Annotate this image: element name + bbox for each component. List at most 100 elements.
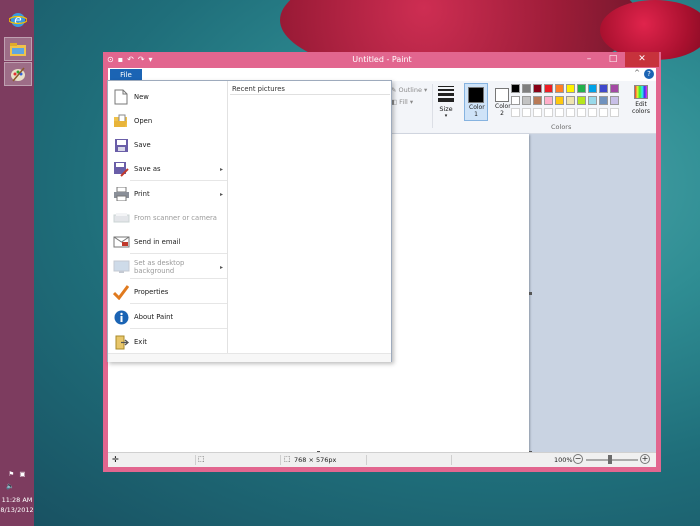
custom-color-slot[interactable]: [511, 108, 520, 117]
custom-color-slot[interactable]: [577, 108, 586, 117]
close-button[interactable]: ✕: [625, 52, 659, 67]
status-divider: [451, 455, 452, 465]
file-menu-divider: [227, 81, 228, 353]
menu-separator: [130, 328, 227, 329]
palette-swatch[interactable]: [599, 96, 608, 105]
fill-label: Fill: [399, 98, 408, 106]
file-menu-item-label: Print: [134, 190, 150, 198]
palette-swatch[interactable]: [566, 84, 575, 93]
palette-swatch[interactable]: [555, 84, 564, 93]
submenu-arrow-icon: ▸: [219, 263, 223, 271]
edit-colors-button[interactable]: Edit colors: [629, 84, 653, 122]
save-as-icon: [112, 160, 130, 178]
canvas-dimensions: 768 × 576px: [294, 456, 337, 464]
file-menu-item-label: Save: [134, 141, 151, 149]
file-menu-item-open[interactable]: Open: [108, 109, 227, 133]
custom-color-slot[interactable]: [555, 108, 564, 117]
file-menu-item-print[interactable]: Print ▸: [108, 182, 227, 206]
palette-swatch[interactable]: [522, 96, 531, 105]
outline-label: Outline: [398, 86, 422, 94]
palette-swatch[interactable]: [522, 84, 531, 93]
custom-color-slot[interactable]: [610, 108, 619, 117]
minimize-button[interactable]: –: [577, 52, 601, 67]
palette-swatch[interactable]: [610, 84, 619, 93]
outline-dropdown[interactable]: ✎ Outline ▾: [391, 86, 427, 94]
zoom-slider-track[interactable]: [586, 459, 638, 461]
file-menu-item-save-as[interactable]: Save as ▸: [108, 157, 227, 181]
volume-icon[interactable]: 🔈: [0, 482, 34, 490]
submenu-arrow-icon: ▸: [219, 190, 223, 198]
wallpaper-flower-petal: [600, 0, 700, 60]
internet-explorer-icon[interactable]: e: [4, 8, 32, 32]
custom-color-slot[interactable]: [522, 108, 531, 117]
custom-color-slot[interactable]: [599, 108, 608, 117]
status-divider: [366, 455, 367, 465]
palette-swatch[interactable]: [588, 84, 597, 93]
palette-swatch[interactable]: [555, 96, 564, 105]
title-bar[interactable]: ⊙ ▪ ↶ ↷ ▾ Untitled - Paint – □ ✕: [103, 52, 661, 68]
file-menu-item-label: New: [134, 93, 149, 101]
palette-swatch[interactable]: [577, 96, 586, 105]
file-menu-item-about-paint[interactable]: About Paint: [108, 305, 227, 329]
palette-swatch[interactable]: [599, 84, 608, 93]
info-icon: [112, 308, 130, 326]
paint-icon[interactable]: [4, 62, 32, 86]
palette-swatch[interactable]: [544, 84, 553, 93]
size-button[interactable]: Size ▾: [436, 84, 456, 122]
color1-label: Color 1: [469, 104, 485, 118]
palette-swatch[interactable]: [544, 96, 553, 105]
file-menu-item-exit[interactable]: Exit: [108, 330, 227, 354]
custom-color-slot[interactable]: [533, 108, 542, 117]
action-center-flag-icon[interactable]: ⚑: [9, 470, 15, 478]
custom-color-slot[interactable]: [544, 108, 553, 117]
file-menu-item-properties[interactable]: Properties: [108, 280, 227, 304]
file-menu-item-label: Send in email: [134, 238, 181, 246]
new-icon: [112, 88, 130, 106]
desktop-background-icon: [112, 258, 130, 276]
size-label: Size: [439, 105, 453, 113]
file-explorer-icon[interactable]: [4, 37, 32, 61]
palette-swatch[interactable]: [533, 96, 542, 105]
palette-swatch[interactable]: [577, 84, 586, 93]
file-menu-item-label: Properties: [134, 288, 169, 296]
palette-swatch[interactable]: [588, 96, 597, 105]
color1-button[interactable]: Color 1: [464, 83, 488, 121]
palette-swatch[interactable]: [511, 96, 520, 105]
edit-colors-label: Edit colors: [632, 101, 650, 115]
file-menu-item-save[interactable]: Save: [108, 133, 227, 157]
fill-chevron-icon: ▾: [409, 98, 414, 106]
help-icon[interactable]: ?: [644, 69, 654, 79]
submenu-arrow-icon: ▸: [219, 165, 223, 173]
clock-time[interactable]: 11:28 AM: [0, 496, 34, 504]
file-menu-item-new[interactable]: New: [108, 85, 227, 109]
clock-date[interactable]: 8/13/2012: [0, 506, 34, 514]
palette-swatch[interactable]: [533, 84, 542, 93]
size-chevron-icon: ▾: [444, 113, 448, 119]
color1-swatch: [468, 87, 484, 103]
taskbar: e ⚑ ▣ 🔈 11:28 AM 8/13/2012: [0, 0, 34, 526]
canvas-resize-handle-right[interactable]: [529, 292, 532, 295]
ribbon-collapse-icon[interactable]: ^: [634, 69, 640, 77]
file-menu-commands: New Open Save Save as ▸ Print ▸ From scanner or…: [108, 81, 227, 353]
file-menu-item-send-in-email[interactable]: Send in email: [108, 230, 227, 254]
maximize-button[interactable]: □: [601, 52, 625, 67]
zoom-slider-thumb[interactable]: [608, 455, 612, 464]
status-divider: [195, 455, 196, 465]
palette-swatch[interactable]: [511, 84, 520, 93]
palette-swatch[interactable]: [610, 96, 619, 105]
zoom-out-button[interactable]: −: [573, 454, 583, 464]
file-menu: New Open Save Save as ▸ Print ▸ From scanner or…: [107, 80, 392, 362]
print-icon: [112, 185, 130, 203]
custom-color-slot[interactable]: [588, 108, 597, 117]
custom-color-slot[interactable]: [566, 108, 575, 117]
file-menu-item-label: Open: [134, 117, 153, 125]
zoom-in-button[interactable]: +: [640, 454, 650, 464]
selection-size-icon: ⬚: [198, 455, 205, 463]
ribbon-divider: [432, 84, 433, 128]
fill-dropdown[interactable]: ◧ Fill ▾: [391, 98, 413, 106]
palette-swatch[interactable]: [566, 96, 575, 105]
outline-chevron-icon: ▾: [423, 86, 428, 94]
cursor-position-icon: ✛: [112, 455, 119, 464]
color-palette: [511, 84, 631, 120]
network-icon[interactable]: ▣: [19, 470, 25, 478]
